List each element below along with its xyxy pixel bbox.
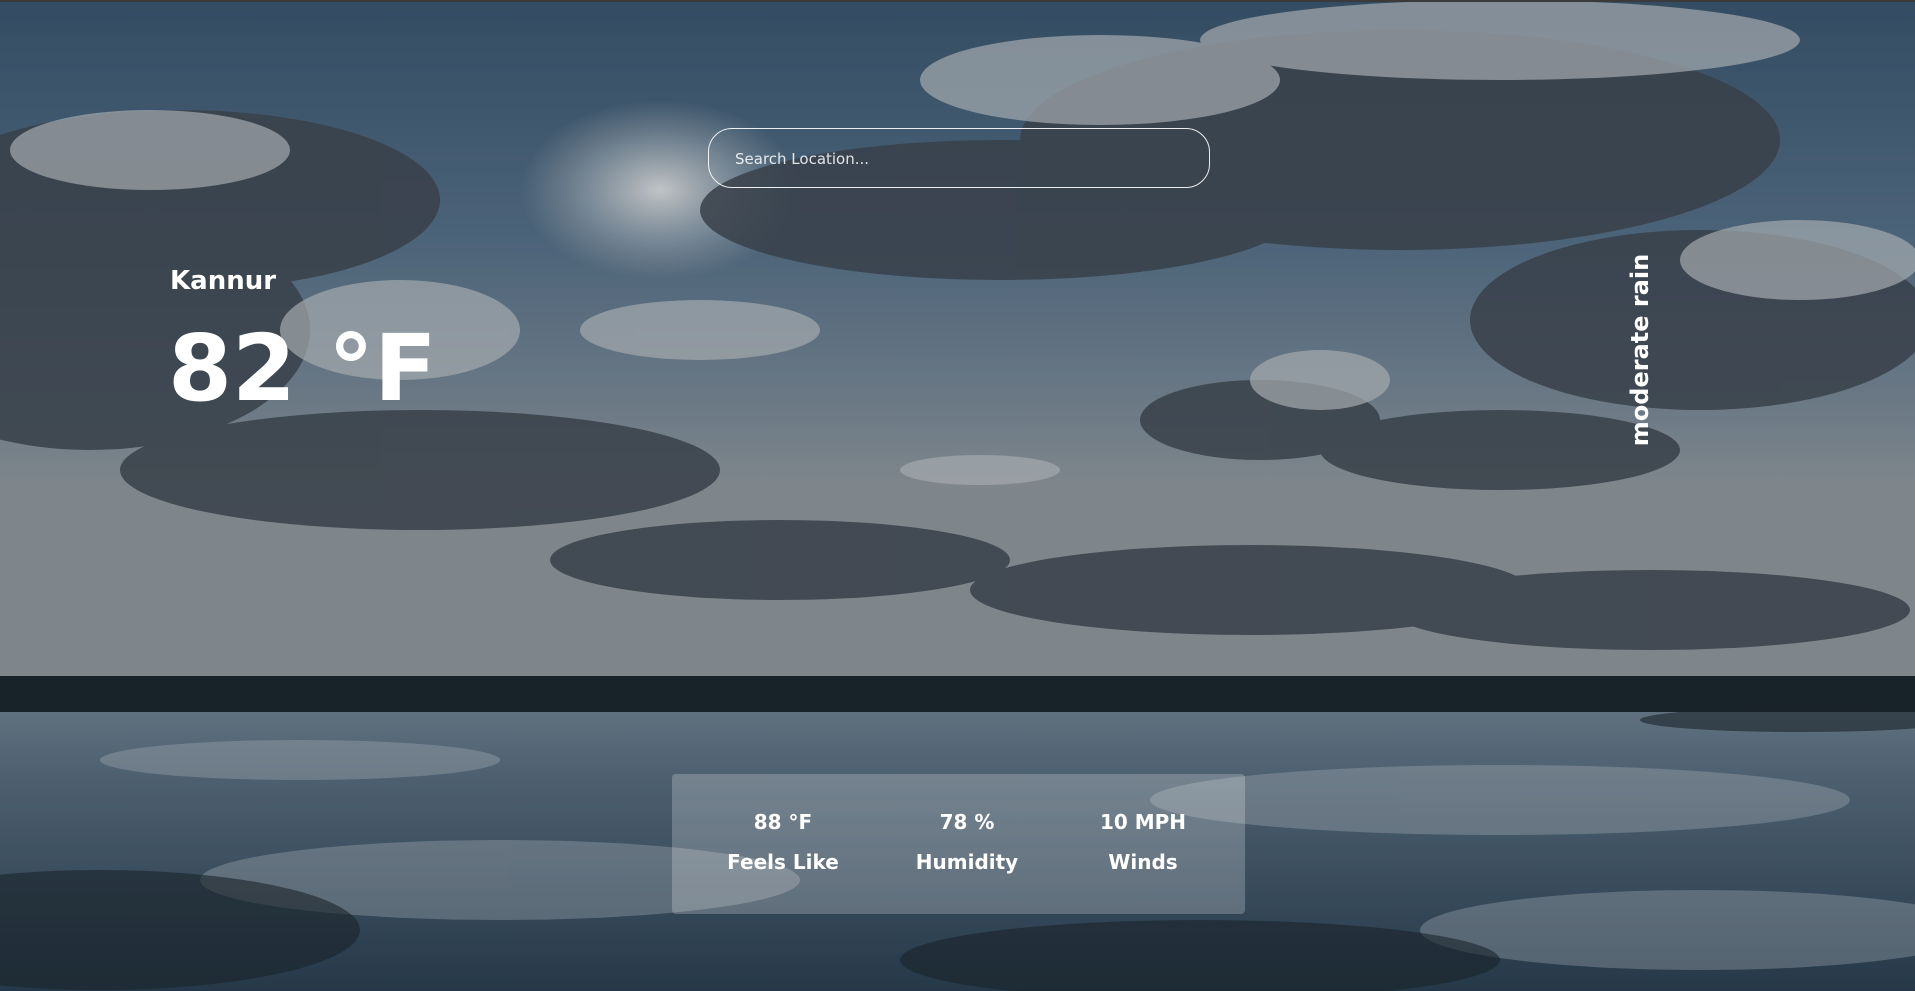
feels-like-value: 88 °F	[753, 810, 813, 834]
feels-like-label: Feels Like	[727, 850, 839, 874]
weather-details-panel: 88 °F Feels Like 78 % Humidity 10 MPH Wi…	[672, 774, 1245, 914]
current-temperature: 82 °F	[168, 315, 437, 422]
winds-stat: 10 MPH Winds	[1068, 810, 1218, 874]
feels-like-stat: 88 °F Feels Like	[708, 810, 858, 874]
winds-value: 10 MPH	[1099, 810, 1187, 834]
humidity-stat: 78 % Humidity	[892, 810, 1042, 874]
search-bar[interactable]	[708, 128, 1210, 188]
location-name: Kannur	[170, 266, 277, 296]
humidity-label: Humidity	[915, 850, 1019, 874]
humidity-value: 78 %	[939, 810, 995, 834]
winds-label: Winds	[1108, 850, 1178, 874]
search-input[interactable]	[733, 129, 1187, 188]
weather-description: moderate rain	[1626, 253, 1654, 447]
weather-app: Kannur 82 °F moderate rain 88 °F Feels L…	[0, 0, 1915, 991]
top-border	[0, 0, 1915, 2]
